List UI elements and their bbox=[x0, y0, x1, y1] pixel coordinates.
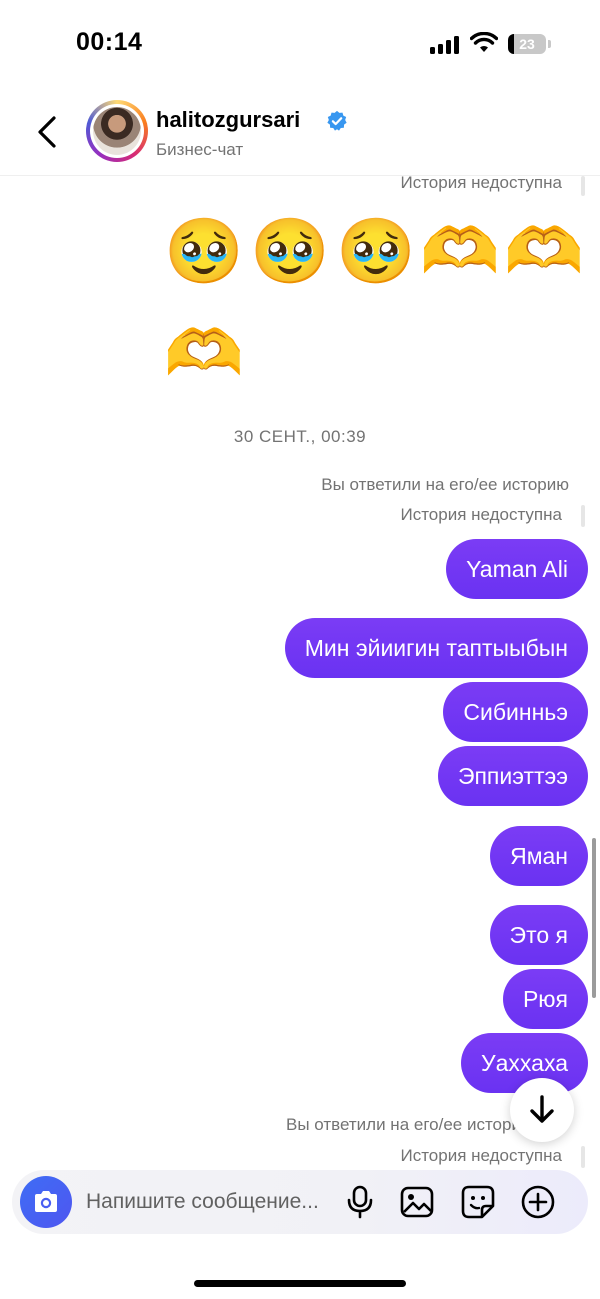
battery-icon: 23 bbox=[508, 34, 546, 54]
emoji-pleading: 🥹 bbox=[164, 214, 244, 289]
emoji-pleading: 🥹 bbox=[250, 214, 330, 289]
plus-circle-icon[interactable] bbox=[520, 1184, 556, 1220]
date-separator: 30 СЕНТ., 00:39 bbox=[233, 427, 367, 446]
sent-message-bubble[interactable]: Это я bbox=[489, 905, 588, 965]
status-time: 00:14 bbox=[76, 28, 143, 56]
sent-message-bubble[interactable]: Мин эйиигин таптыыбын bbox=[284, 618, 588, 678]
story-unavailable-label: История недоступна bbox=[400, 505, 562, 524]
sent-message-bubble[interactable]: Эппиэттээ bbox=[437, 746, 588, 806]
chat-username[interactable]: halitozgursari bbox=[156, 107, 300, 133]
scroll-indicator[interactable] bbox=[592, 838, 596, 998]
scroll-to-bottom-button[interactable] bbox=[510, 1078, 574, 1142]
battery-level: 23 bbox=[519, 36, 535, 52]
back-chevron-icon[interactable] bbox=[30, 112, 64, 152]
story-unavailable-label: История недоступна bbox=[400, 173, 562, 192]
sticker-icon[interactable] bbox=[460, 1184, 496, 1220]
sent-message-bubble[interactable]: Сибинньэ bbox=[443, 682, 588, 742]
emoji-heart-hands: 🫶 bbox=[504, 214, 584, 289]
verified-badge-icon bbox=[327, 110, 347, 131]
message-input[interactable] bbox=[86, 1181, 336, 1223]
camera-icon bbox=[35, 1191, 57, 1212]
emoji-heart-hands: 🫶 bbox=[420, 214, 500, 289]
cellular-signal-icon bbox=[430, 36, 462, 54]
story-unavailable-label: История недоступна bbox=[400, 1146, 562, 1165]
avatar[interactable] bbox=[93, 107, 141, 155]
battery-nub bbox=[548, 40, 551, 48]
microphone-icon[interactable] bbox=[342, 1184, 378, 1220]
emoji-heart-hands: 🫶 bbox=[164, 316, 244, 391]
sent-message-bubble[interactable]: Яман bbox=[490, 826, 588, 886]
replied-to-story-label: Вы ответили на его/ее историю bbox=[321, 475, 569, 494]
sent-message-bubble[interactable]: Yaman Ali bbox=[446, 539, 588, 599]
image-icon[interactable] bbox=[399, 1184, 435, 1220]
emoji-pleading: 🥹 bbox=[336, 214, 416, 289]
story-reply-bar bbox=[581, 176, 585, 196]
wifi-icon bbox=[470, 32, 498, 52]
sent-message-bubble[interactable]: Рюя bbox=[502, 969, 588, 1029]
home-indicator[interactable] bbox=[194, 1280, 406, 1287]
camera-button[interactable] bbox=[20, 1176, 72, 1228]
chat-subtitle: Бизнес-чат bbox=[156, 140, 244, 159]
replied-to-story-label: Вы ответили на его/ее историю bbox=[286, 1115, 534, 1134]
story-reply-bar bbox=[581, 505, 585, 527]
arrow-down-icon bbox=[530, 1095, 554, 1123]
story-reply-bar bbox=[581, 1146, 585, 1168]
